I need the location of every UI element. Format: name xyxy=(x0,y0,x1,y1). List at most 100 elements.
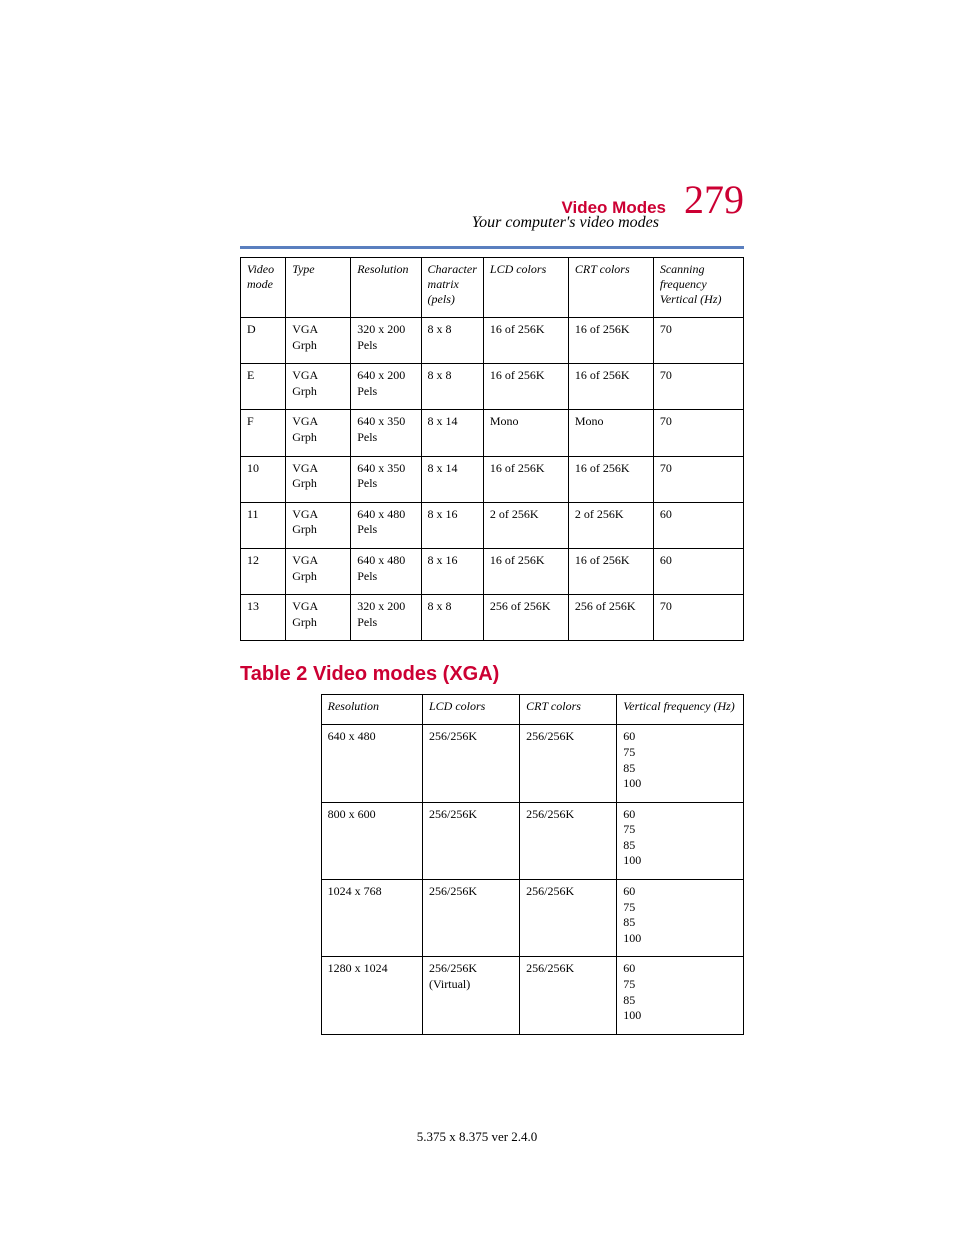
table-cell: 60 75 85 100 xyxy=(617,725,744,802)
col-lcd-colors: LCD colors xyxy=(422,695,519,725)
table-cell: 60 75 85 100 xyxy=(617,802,744,879)
col-char-matrix: Character matrix (pels) xyxy=(421,258,483,318)
table-cell: 16 of 256K xyxy=(483,456,568,502)
table-header-row: Video mode Type Resolution Character mat… xyxy=(241,258,744,318)
table-cell: 256/256K xyxy=(422,725,519,802)
page-header: Video Modes 279 Your computer's video mo… xyxy=(240,180,744,232)
table-cell: 256/256K xyxy=(520,802,617,879)
table-cell: 256/256K (Virtual) xyxy=(422,957,519,1034)
table-cell: Mono xyxy=(568,410,653,456)
col-crt-colors: CRT colors xyxy=(568,258,653,318)
table-row: 1280 x 1024256/256K (Virtual)256/256K60 … xyxy=(321,957,743,1034)
table-cell: 256/256K xyxy=(520,725,617,802)
table-row: 10VGA Grph640 x 350 Pels8 x 1416 of 256K… xyxy=(241,456,744,502)
table-row: 13VGA Grph320 x 200 Pels8 x 8256 of 256K… xyxy=(241,595,744,641)
table-cell: 60 xyxy=(653,502,743,548)
table-row: 1024 x 768256/256K256/256K60 75 85 100 xyxy=(321,880,743,957)
table-cell: E xyxy=(241,364,286,410)
table-cell: 2 of 256K xyxy=(483,502,568,548)
table-cell: 60 75 85 100 xyxy=(617,880,744,957)
table-cell: VGA Grph xyxy=(286,410,351,456)
table-cell: 16 of 256K xyxy=(483,318,568,364)
table-cell: 11 xyxy=(241,502,286,548)
table-cell: 320 x 200 Pels xyxy=(351,318,421,364)
table-row: DVGA Grph320 x 200 Pels8 x 816 of 256K16… xyxy=(241,318,744,364)
page-number: 279 xyxy=(684,180,744,220)
table-row: 11VGA Grph640 x 480 Pels8 x 162 of 256K2… xyxy=(241,502,744,548)
table1-body: DVGA Grph320 x 200 Pels8 x 816 of 256K16… xyxy=(241,318,744,641)
table-cell: 256 of 256K xyxy=(483,595,568,641)
table-cell: 8 x 16 xyxy=(421,548,483,594)
header-rule xyxy=(240,246,744,249)
table-cell: VGA Grph xyxy=(286,456,351,502)
table-cell: 70 xyxy=(653,410,743,456)
table-cell: 10 xyxy=(241,456,286,502)
col-vert-freq: Vertical frequency (Hz) xyxy=(617,695,744,725)
table-cell: F xyxy=(241,410,286,456)
table-cell: 70 xyxy=(653,456,743,502)
table-cell: D xyxy=(241,318,286,364)
table-cell: 70 xyxy=(653,318,743,364)
table-cell: 256 of 256K xyxy=(568,595,653,641)
table2-body: 640 x 480256/256K256/256K60 75 85 100800… xyxy=(321,725,743,1035)
table-cell: 640 x 480 Pels xyxy=(351,502,421,548)
table-cell: 70 xyxy=(653,595,743,641)
table-cell: 60 75 85 100 xyxy=(617,957,744,1034)
table-cell: 8 x 16 xyxy=(421,502,483,548)
document-page: Video Modes 279 Your computer's video mo… xyxy=(0,0,954,1235)
col-scan-freq: Scanning frequency Vertical (Hz) xyxy=(653,258,743,318)
table-cell: 1024 x 768 xyxy=(321,880,422,957)
table-cell: 256/256K xyxy=(422,880,519,957)
table-cell: Mono xyxy=(483,410,568,456)
table-cell: 800 x 600 xyxy=(321,802,422,879)
table-cell: 12 xyxy=(241,548,286,594)
header-subtitle: Your computer's video modes xyxy=(240,214,659,232)
table-cell: 320 x 200 Pels xyxy=(351,595,421,641)
video-modes-table: Video mode Type Resolution Character mat… xyxy=(240,257,744,641)
table-cell: VGA Grph xyxy=(286,364,351,410)
section-title-xga: Table 2 Video modes (XGA) xyxy=(240,663,744,686)
table-cell: 8 x 14 xyxy=(421,410,483,456)
table-cell: 16 of 256K xyxy=(483,548,568,594)
table-cell: 8 x 8 xyxy=(421,595,483,641)
table-cell: 60 xyxy=(653,548,743,594)
table-cell: 256/256K xyxy=(520,957,617,1034)
table-row: 800 x 600256/256K256/256K60 75 85 100 xyxy=(321,802,743,879)
table-cell: 256/256K xyxy=(422,802,519,879)
table-row: EVGA Grph640 x 200 Pels8 x 816 of 256K16… xyxy=(241,364,744,410)
table-cell: 256/256K xyxy=(520,880,617,957)
col-resolution: Resolution xyxy=(321,695,422,725)
table-cell: 16 of 256K xyxy=(568,456,653,502)
table-cell: 70 xyxy=(653,364,743,410)
table-cell: 2 of 256K xyxy=(568,502,653,548)
col-crt-colors: CRT colors xyxy=(520,695,617,725)
col-type: Type xyxy=(286,258,351,318)
col-resolution: Resolution xyxy=(351,258,421,318)
table-cell: VGA Grph xyxy=(286,548,351,594)
table-row: FVGA Grph640 x 350 Pels8 x 14MonoMono70 xyxy=(241,410,744,456)
table-cell: 640 x 480 Pels xyxy=(351,548,421,594)
table-cell: VGA Grph xyxy=(286,502,351,548)
table-cell: 8 x 8 xyxy=(421,364,483,410)
table-cell: 640 x 200 Pels xyxy=(351,364,421,410)
table-cell: 16 of 256K xyxy=(483,364,568,410)
col-video-mode: Video mode xyxy=(241,258,286,318)
table-cell: 8 x 8 xyxy=(421,318,483,364)
table-cell: 640 x 480 xyxy=(321,725,422,802)
table-cell: 16 of 256K xyxy=(568,364,653,410)
xga-table: Resolution LCD colors CRT colors Vertica… xyxy=(321,694,744,1035)
table-cell: 640 x 350 Pels xyxy=(351,456,421,502)
table-cell: VGA Grph xyxy=(286,595,351,641)
table-cell: 8 x 14 xyxy=(421,456,483,502)
page-footer: 5.375 x 8.375 ver 2.4.0 xyxy=(0,1129,954,1145)
table-row: 640 x 480256/256K256/256K60 75 85 100 xyxy=(321,725,743,802)
table-cell: 640 x 350 Pels xyxy=(351,410,421,456)
table-header-row: Resolution LCD colors CRT colors Vertica… xyxy=(321,695,743,725)
table-cell: VGA Grph xyxy=(286,318,351,364)
table-row: 12VGA Grph640 x 480 Pels8 x 1616 of 256K… xyxy=(241,548,744,594)
col-lcd-colors: LCD colors xyxy=(483,258,568,318)
table-cell: 13 xyxy=(241,595,286,641)
table-cell: 1280 x 1024 xyxy=(321,957,422,1034)
table-cell: 16 of 256K xyxy=(568,318,653,364)
table-cell: 16 of 256K xyxy=(568,548,653,594)
